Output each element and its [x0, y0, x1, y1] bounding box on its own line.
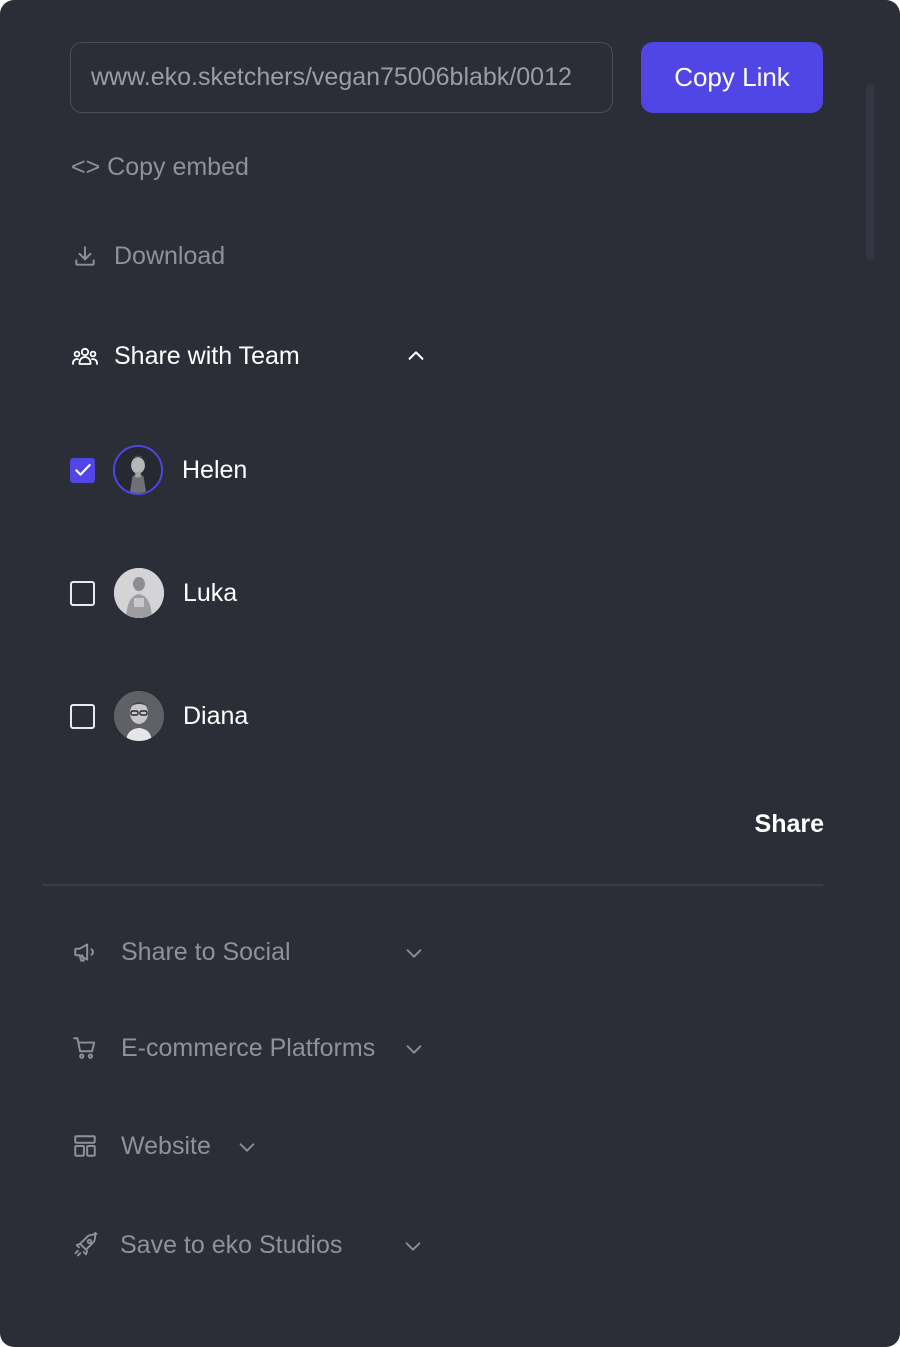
copy-embed-label: <> Copy embed [71, 152, 249, 181]
share-button[interactable]: Share [740, 804, 824, 844]
team-member-row[interactable]: Diana [70, 690, 248, 742]
section-ecommerce-platforms[interactable]: E-commerce Platforms [71, 1029, 431, 1067]
copy-link-button[interactable]: Copy Link [641, 42, 823, 113]
share-url-field[interactable]: www.eko.sketchers/vegan75006blabk/0012 [70, 42, 613, 113]
section-label: Website [121, 1131, 211, 1160]
member-checkbox[interactable] [70, 703, 95, 729]
chevron-down-icon [402, 941, 426, 965]
download-link[interactable]: Download [71, 238, 225, 274]
section-label: E-commerce Platforms [121, 1033, 376, 1062]
megaphone-icon [71, 938, 99, 966]
scrollbar[interactable] [866, 84, 874, 260]
section-website[interactable]: Website [71, 1127, 271, 1165]
share-panel: www.eko.sketchers/vegan75006blabk/0012 C… [0, 0, 900, 1347]
rocket-icon [71, 1230, 101, 1260]
copy-embed-link[interactable]: <> Copy embed [71, 150, 249, 184]
download-label: Download [114, 241, 226, 270]
divider [42, 884, 823, 886]
team-icon [70, 342, 100, 370]
member-name: Helen [182, 455, 248, 484]
member-name: Diana [183, 701, 249, 730]
share-with-team-toggle[interactable]: Share with Team [70, 338, 430, 374]
member-checkbox[interactable] [70, 457, 95, 483]
cart-icon [71, 1034, 99, 1062]
team-member-row[interactable]: Luka [70, 567, 237, 619]
share-button-label: Share [754, 810, 824, 838]
avatar-luka-image [114, 568, 164, 618]
team-member-row[interactable]: Helen [70, 443, 247, 497]
chevron-down-icon [401, 1234, 425, 1258]
copy-link-label: Copy Link [674, 62, 790, 92]
chevron-down-icon [402, 1037, 426, 1061]
section-label: Save to eko Studios [120, 1230, 343, 1259]
avatar [114, 568, 164, 618]
avatar-diana-image [114, 691, 164, 741]
avatar [113, 445, 163, 495]
share-with-team-label: Share with Team [114, 341, 300, 370]
member-checkbox[interactable] [70, 580, 95, 606]
avatar-helen-image [115, 447, 161, 493]
section-share-to-social[interactable]: Share to Social [71, 933, 431, 971]
download-icon [71, 242, 99, 270]
section-label: Share to Social [121, 937, 291, 966]
section-save-to-eko-studios[interactable]: Save to eko Studios [71, 1226, 431, 1264]
member-name: Luka [183, 578, 238, 607]
chevron-up-icon [404, 344, 428, 368]
avatar [114, 691, 164, 741]
layout-icon [71, 1132, 99, 1160]
checkmark-icon [74, 463, 91, 476]
chevron-down-icon [235, 1135, 259, 1159]
